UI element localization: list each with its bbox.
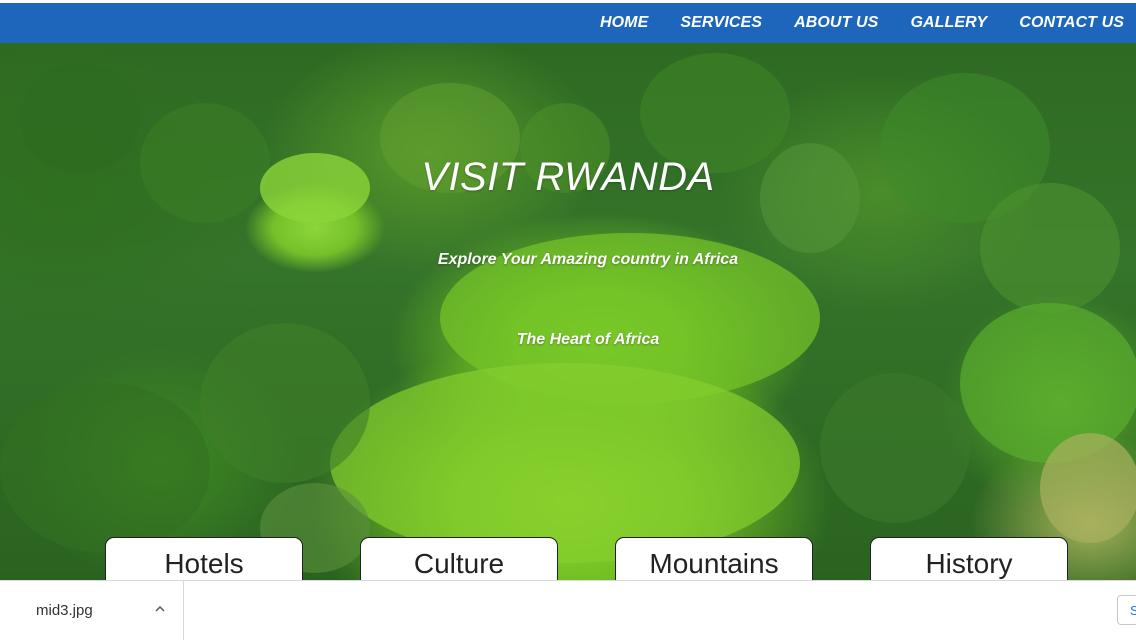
page: HOME SERVICES ABOUT US GALLERY CONTACT U… xyxy=(0,0,1136,640)
nav-home-link[interactable]: HOME xyxy=(600,14,648,32)
download-item[interactable]: mid3.jpg xyxy=(0,581,184,640)
foliage-blob xyxy=(1040,433,1136,543)
nav-about-link[interactable]: ABOUT US xyxy=(794,14,878,32)
hero-subtitle: Explore Your Amazing country in Africa xyxy=(437,251,739,268)
main-navbar: HOME SERVICES ABOUT US GALLERY CONTACT U… xyxy=(0,3,1136,43)
mountains-card[interactable]: Mountains xyxy=(615,537,813,580)
download-file-name: mid3.jpg xyxy=(36,602,93,619)
nav-contact-link[interactable]: CONTACT US xyxy=(1019,14,1124,32)
hero-title: VISIT RWANDA xyxy=(421,155,715,199)
hotels-card[interactable]: Hotels xyxy=(105,537,303,580)
history-card[interactable]: History xyxy=(870,537,1068,580)
nav-services-link[interactable]: SERVICES xyxy=(680,14,762,32)
foliage-blob xyxy=(980,183,1120,313)
hero-tagline: The Heart of Africa xyxy=(516,331,660,348)
nav-gallery-link[interactable]: GALLERY xyxy=(910,14,987,32)
foliage-blob xyxy=(0,383,210,553)
foliage-blob xyxy=(820,373,970,523)
chevron-up-icon[interactable] xyxy=(152,601,168,617)
foliage-blob xyxy=(330,363,800,563)
culture-card[interactable]: Culture xyxy=(360,537,558,580)
show-all-button[interactable]: S xyxy=(1117,595,1136,625)
download-shelf: mid3.jpg S xyxy=(0,580,1136,640)
hero-forest-image: VISIT RWANDA Explore Your Amazing countr… xyxy=(0,43,1136,580)
